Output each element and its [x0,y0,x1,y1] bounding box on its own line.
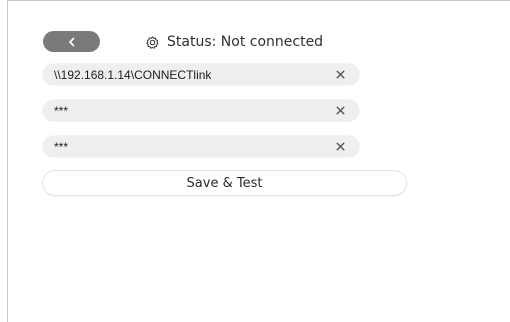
password-input[interactable] [43,137,324,156]
username-field[interactable] [43,100,359,121]
password-field[interactable] [43,136,359,157]
share-path-field[interactable] [43,64,359,85]
close-icon[interactable] [334,140,347,153]
username-input[interactable] [43,101,324,120]
close-icon[interactable] [334,68,347,81]
chevron-left-icon [68,37,74,46]
status-text: Status: Not connected [167,34,324,50]
share-path-input[interactable] [43,65,324,84]
back-button[interactable] [43,31,100,52]
close-icon[interactable] [334,104,347,117]
connection-status: Status: Not connected [146,33,323,51]
save-test-button[interactable]: Save & Test [43,171,406,195]
gear-icon [146,35,159,49]
